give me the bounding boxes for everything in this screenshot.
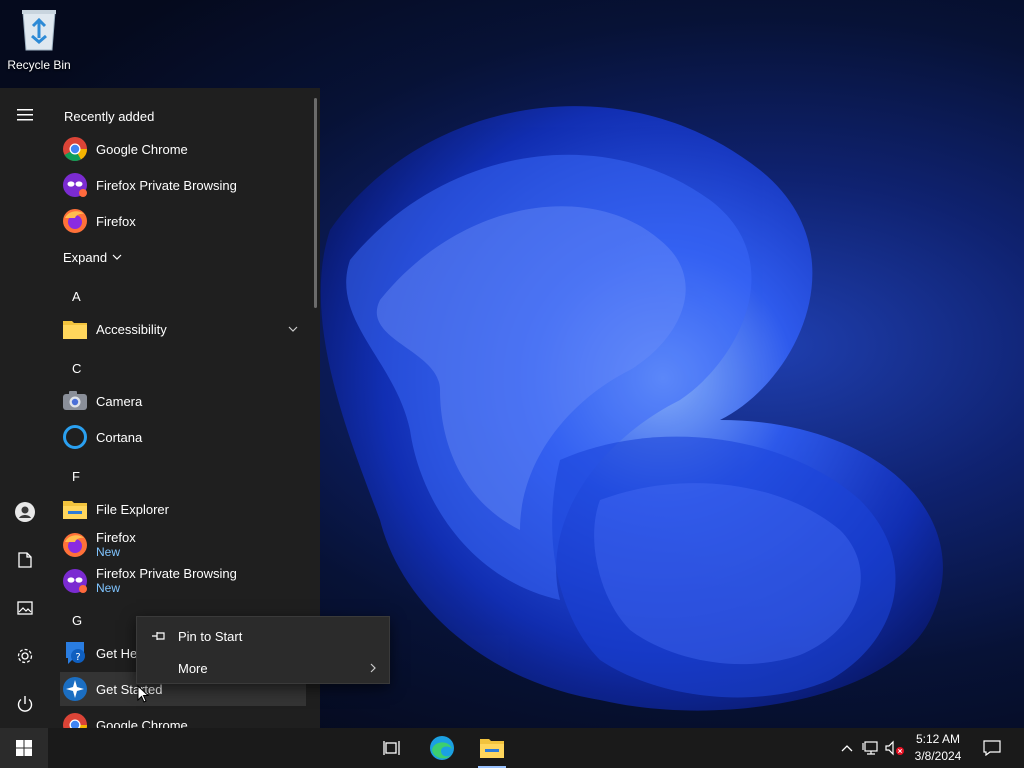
- letter-header-f[interactable]: F: [72, 469, 80, 484]
- recent-item-label: Firefox Private Browsing: [96, 177, 237, 193]
- network-icon: [862, 741, 878, 755]
- context-menu: Pin to Start More: [136, 616, 390, 684]
- pin-to-start-item[interactable]: Pin to Start: [137, 620, 389, 652]
- app-label: Firefox Private Browsing: [96, 566, 237, 581]
- clock-date: 3/8/2024: [914, 749, 962, 763]
- clock[interactable]: 5:12 AM 3/8/2024: [908, 731, 968, 765]
- recent-item-label: Firefox: [96, 213, 136, 229]
- pictures-icon: [17, 601, 33, 615]
- app-list-scrollbar[interactable]: [314, 98, 317, 308]
- pin-to-start-label: Pin to Start: [178, 628, 243, 644]
- chrome-icon: [62, 136, 88, 162]
- bloom-petals: [320, 106, 943, 711]
- user-account-button[interactable]: [5, 492, 45, 532]
- chevron-down-icon: [112, 254, 122, 260]
- recent-item-google-chrome[interactable]: Google Chrome: [60, 132, 306, 166]
- documents-button[interactable]: [5, 540, 45, 580]
- app-item-file-explorer[interactable]: File Explorer: [60, 492, 306, 526]
- power-button[interactable]: [5, 684, 45, 724]
- hamburger-menu-button[interactable]: [5, 95, 45, 135]
- letter-header-c[interactable]: C: [72, 361, 81, 376]
- hamburger-icon: [17, 109, 33, 121]
- edge-icon: [430, 736, 454, 760]
- start-icon: [16, 740, 32, 756]
- app-label: Firefox: [96, 530, 136, 545]
- app-item-accessibility[interactable]: Accessibility: [60, 312, 306, 346]
- recent-item-firefox-private[interactable]: Firefox Private Browsing: [60, 168, 306, 202]
- chevron-down-icon: [288, 326, 298, 332]
- cortana-icon: [62, 424, 88, 450]
- mouse-cursor-icon: [137, 685, 149, 703]
- documents-icon: [18, 552, 32, 568]
- firefox-icon: [62, 532, 88, 558]
- app-item-camera[interactable]: Camera: [60, 384, 306, 418]
- settings-icon: [17, 648, 33, 664]
- pictures-button[interactable]: [5, 588, 45, 628]
- clock-time: 5:12 AM: [915, 732, 961, 746]
- edge-button[interactable]: [422, 728, 462, 768]
- app-item-cortana[interactable]: Cortana: [60, 420, 306, 454]
- volume-button[interactable]: [884, 728, 906, 768]
- app-item-firefox-private[interactable]: Firefox Private Browsing New: [60, 564, 306, 598]
- new-badge: New: [96, 581, 121, 595]
- start-button[interactable]: [0, 728, 48, 768]
- firefox-icon: [62, 208, 88, 234]
- task-view-button[interactable]: [372, 728, 412, 768]
- firefox-private-icon: [62, 172, 88, 198]
- file-explorer-icon: [62, 496, 88, 522]
- expand-label: Expand: [63, 249, 108, 265]
- more-label: More: [178, 660, 208, 676]
- recycle-bin-label: Recycle Bin: [7, 58, 71, 72]
- expand-button[interactable]: Expand: [54, 240, 144, 274]
- notification-center-button[interactable]: [976, 728, 1008, 768]
- pin-icon: [152, 632, 165, 640]
- file-explorer-icon: [480, 739, 504, 758]
- app-label: Google Chrome: [96, 717, 188, 729]
- app-label: Camera: [96, 393, 143, 409]
- firefox-private-icon: [62, 568, 88, 594]
- chevron-right-icon: [370, 663, 376, 673]
- get-started-icon: [62, 676, 88, 702]
- recent-item-label: Google Chrome: [96, 141, 188, 157]
- taskbar: 5:12 AM 3/8/2024: [0, 728, 1024, 768]
- user-icon: [15, 502, 35, 522]
- chevron-up-icon: [841, 745, 853, 752]
- get-help-icon: ?: [62, 640, 88, 666]
- power-icon: [17, 696, 33, 712]
- task-view-icon: [383, 741, 400, 755]
- show-hidden-icons-button[interactable]: [838, 728, 856, 768]
- app-label: Accessibility: [96, 321, 167, 337]
- start-rail: [0, 88, 50, 728]
- network-button[interactable]: [860, 728, 882, 768]
- recycle-bin-shortcut[interactable]: Recycle Bin: [4, 6, 74, 72]
- settings-button[interactable]: [5, 636, 45, 676]
- recycle-bin-icon: [19, 8, 59, 52]
- volume-muted-icon: [885, 740, 904, 756]
- recently-added-title: Recently added: [64, 109, 155, 124]
- app-item-google-chrome[interactable]: Google Chrome: [60, 708, 306, 728]
- app-label: Cortana: [96, 429, 143, 445]
- folder-icon: [62, 316, 88, 342]
- more-item[interactable]: More: [137, 652, 389, 684]
- new-badge: New: [96, 545, 121, 559]
- app-label: File Explorer: [96, 501, 169, 517]
- svg-text:?: ?: [75, 652, 80, 663]
- letter-header-g[interactable]: G: [72, 613, 82, 628]
- chrome-icon: [62, 712, 88, 728]
- camera-icon: [62, 388, 88, 414]
- letter-header-a[interactable]: A: [72, 289, 81, 304]
- file-explorer-taskbar-button[interactable]: [472, 728, 512, 768]
- app-item-firefox[interactable]: Firefox New: [60, 528, 306, 562]
- notification-icon: [983, 740, 1001, 756]
- recent-item-firefox[interactable]: Firefox: [60, 204, 306, 238]
